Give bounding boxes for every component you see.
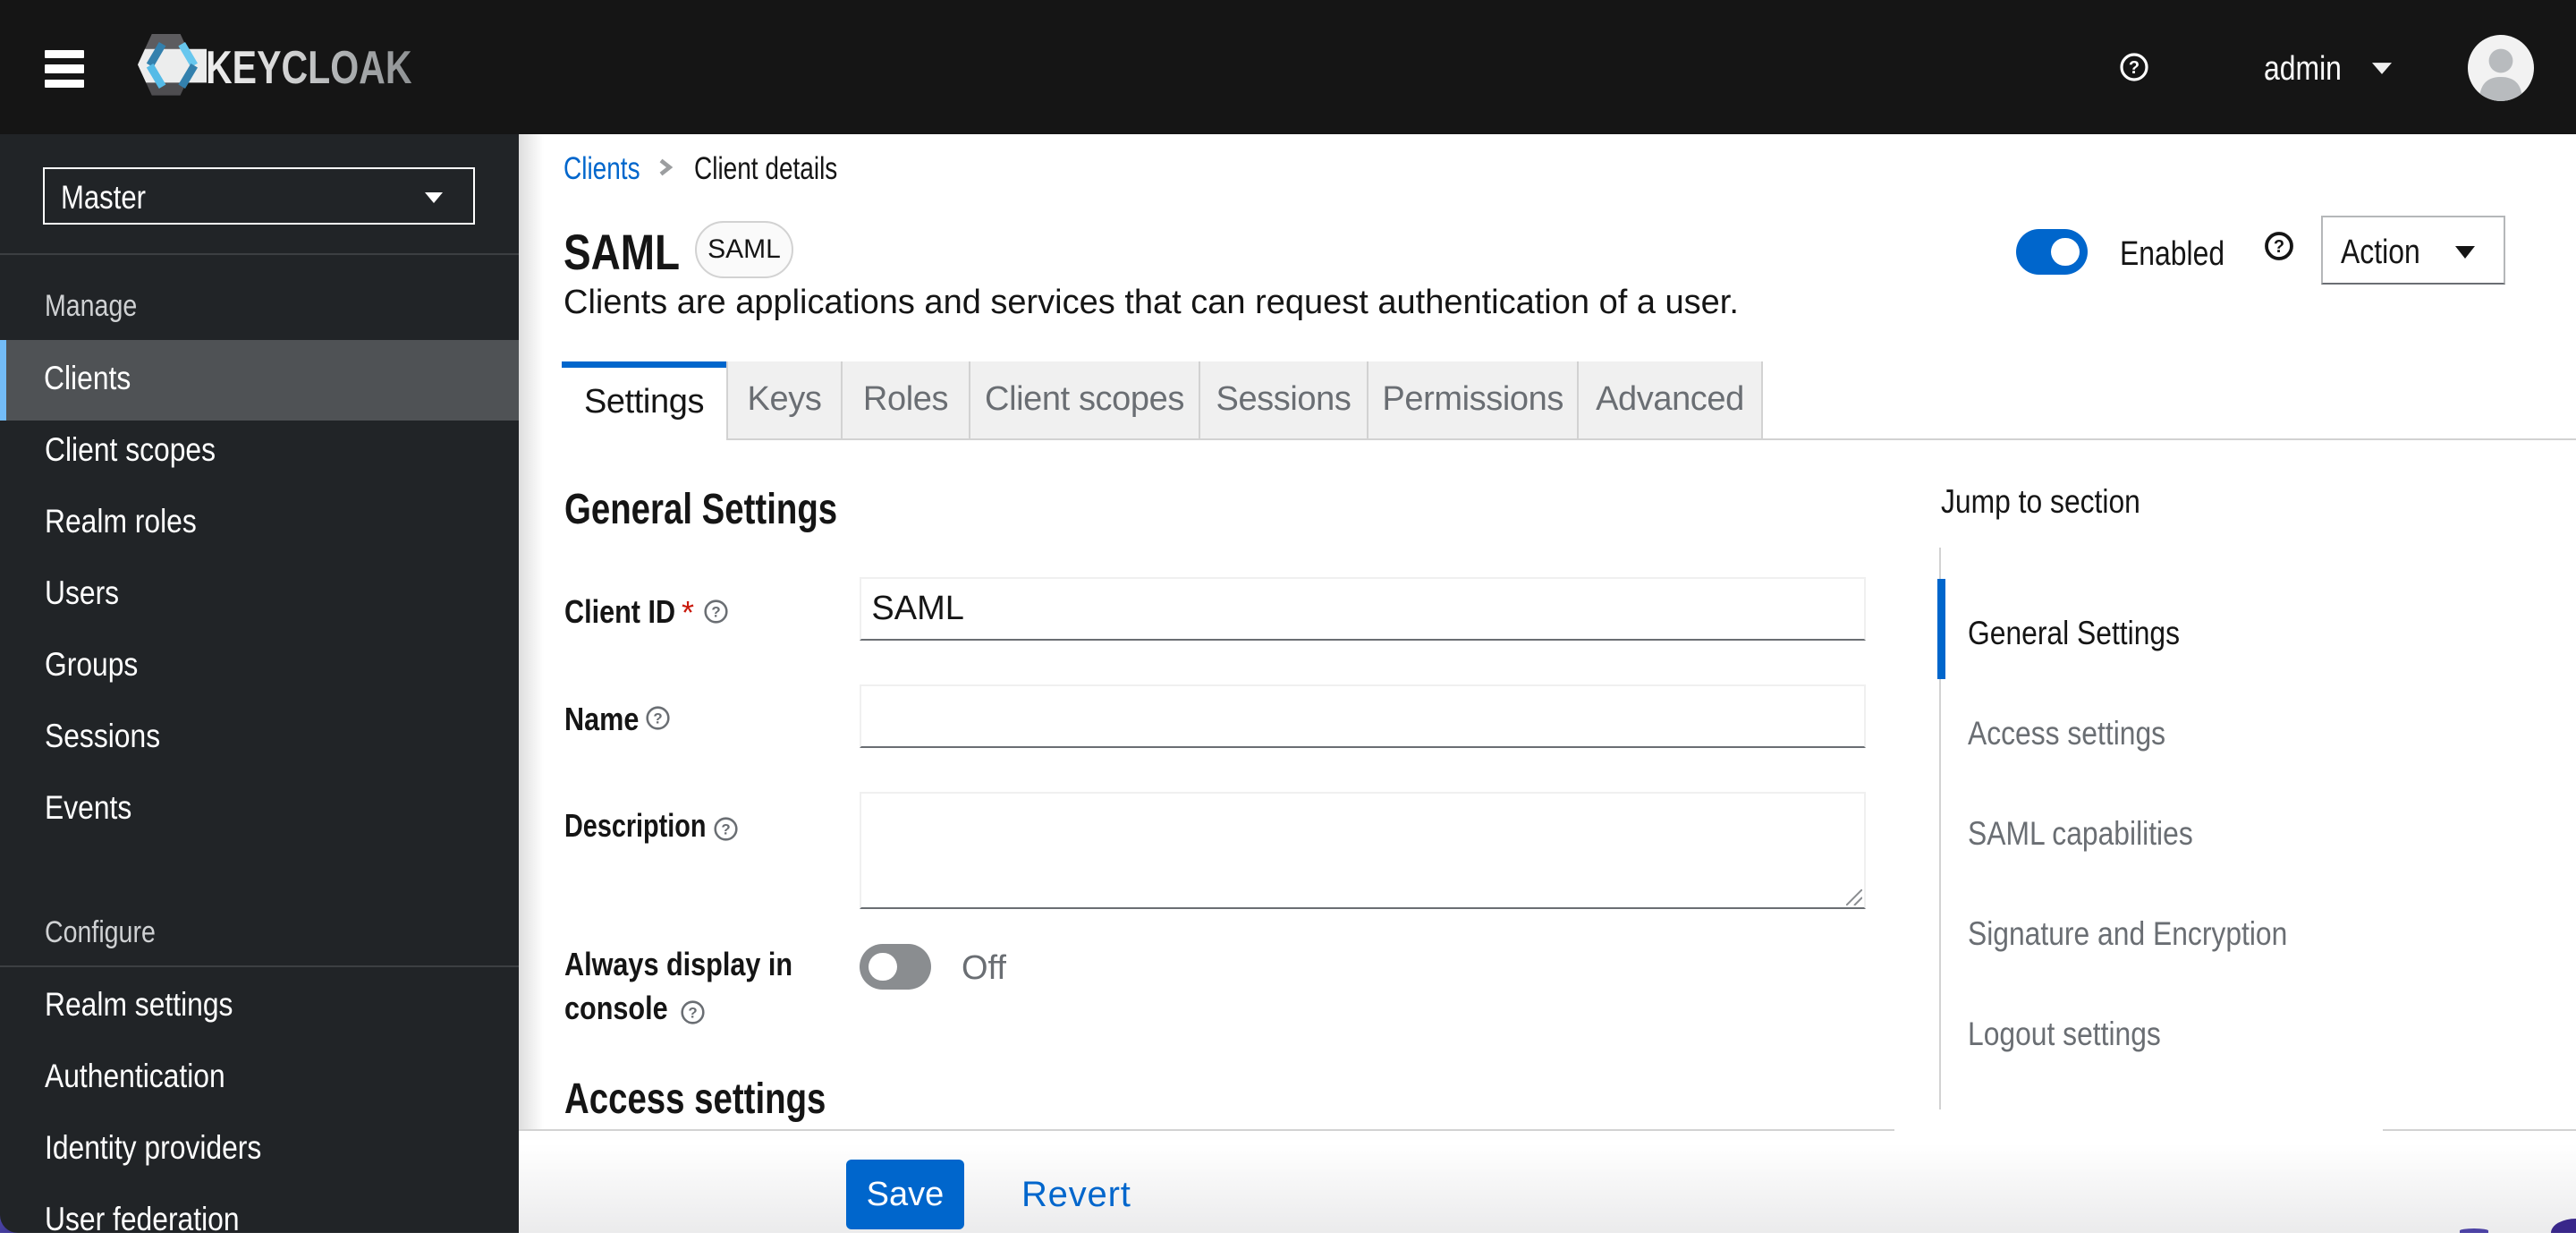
svg-text:?: ? (688, 1004, 697, 1021)
svg-text:?: ? (653, 710, 662, 727)
svg-text:?: ? (721, 821, 730, 838)
svg-text:?: ? (2129, 58, 2140, 78)
svg-text:?: ? (2274, 237, 2284, 257)
svg-text:?: ? (711, 603, 720, 620)
